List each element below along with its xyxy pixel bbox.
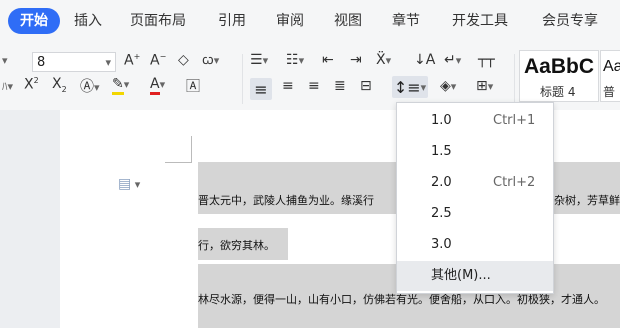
page-corner-mark	[165, 162, 191, 163]
menu-item-label: 1.5	[431, 144, 452, 159]
menu-item-label: 2.5	[431, 206, 452, 221]
font-size-value: 8	[37, 55, 46, 70]
style-label: 标题 4	[540, 85, 576, 99]
sort-icon[interactable]: ↓A	[414, 52, 435, 68]
menu-item-other[interactable]: 其他(M)...	[397, 261, 553, 291]
page-corner-mark	[191, 136, 192, 163]
line-spacing-button[interactable]: ↕≡ ▾	[392, 76, 428, 98]
menu-item-label: 2.0	[431, 175, 452, 190]
distribute-icon[interactable]: ⊟	[360, 78, 372, 94]
clear-format-icon[interactable]: ◇	[178, 52, 189, 68]
menu-item-2-5[interactable]: 2.5	[397, 199, 553, 229]
menu-item-shortcut: Ctrl+2	[493, 175, 536, 190]
tab-ruler-icon[interactable]: ┬┬	[478, 52, 495, 68]
menu-item-label: 其他(M)...	[431, 268, 491, 283]
show-marks-icon[interactable]: ↵▾	[444, 52, 461, 68]
char-border-icon[interactable]: 🄰	[186, 76, 200, 96]
menu-bar: 开始 插入 页面布局 引用 审阅 视图 章节 开发工具 会员专享	[0, 0, 620, 48]
menu-item-label: 1.0	[431, 113, 452, 128]
borders-icon[interactable]: ⊞▾	[476, 78, 493, 94]
tab-home[interactable]: 开始	[8, 8, 60, 34]
tab-insert[interactable]: 插入	[64, 8, 112, 34]
phonetic-guide-icon[interactable]: ꞷ▾	[202, 50, 219, 68]
increase-indent-icon[interactable]: ⇥	[350, 52, 362, 68]
font-color-icon[interactable]: A▾	[150, 76, 165, 95]
tab-chapter[interactable]: 章节	[382, 8, 430, 34]
doc-line: 杂树，芳草鲜	[554, 194, 620, 207]
style-normal[interactable]: Aa 普	[600, 50, 620, 102]
menu-item-2-0[interactable]: 2.0 Ctrl+2	[397, 168, 553, 198]
tab-review[interactable]: 审阅	[266, 8, 314, 34]
shrink-font-icon[interactable]: A−	[150, 52, 166, 69]
highlight-color-icon[interactable]: ✎▾	[112, 76, 129, 95]
paragraph-handle-icon[interactable]: ▤ ▾	[118, 176, 140, 192]
font-size-combo[interactable]: 8 ▾	[32, 52, 116, 72]
align-left-icon[interactable]: ≡	[250, 78, 272, 100]
ribbon-divider	[242, 54, 243, 104]
shading-icon[interactable]: ◈▾	[440, 78, 456, 94]
tab-member[interactable]: 会员专享	[532, 8, 608, 34]
menu-item-shortcut: Ctrl+1	[493, 113, 536, 128]
menu-item-3-0[interactable]: 3.0	[397, 230, 553, 260]
chevron-down-icon: ▾	[420, 80, 427, 94]
bullet-list-icon[interactable]: ☰▾	[250, 52, 268, 68]
style-label: 普	[603, 85, 616, 99]
style-heading4[interactable]: AaBbC 标题 4	[519, 50, 599, 102]
line-spacing-menu: 1.0 Ctrl+1 1.5 2.0 Ctrl+2 2.5 3.0 其他(M).…	[396, 102, 554, 294]
align-right-icon[interactable]: ≡	[308, 78, 320, 94]
font-name-dropdown-arrow[interactable]: ▾	[2, 54, 8, 67]
align-center-icon[interactable]: ≡	[282, 78, 294, 94]
text-effect-icon[interactable]: Ⓐ▾	[80, 76, 100, 96]
font-effect-icon[interactable]: ﾊ▾	[2, 78, 13, 94]
justify-icon[interactable]: ≣	[334, 78, 346, 94]
menu-item-label: 3.0	[431, 237, 452, 252]
decrease-indent-icon[interactable]: ⇤	[322, 52, 334, 68]
superscript-icon[interactable]: X2	[24, 76, 39, 93]
numbered-list-icon[interactable]: ☷▾	[286, 52, 304, 68]
line-spacing-icon: ↕≡	[393, 77, 421, 97]
style-sample: AaBbC	[524, 55, 595, 78]
doc-line: 晋太元中，武陵人捕鱼为业。缘溪行	[198, 194, 374, 207]
chevron-down-icon: ▾	[105, 56, 111, 69]
ribbon-divider	[514, 54, 515, 104]
doc-line: 行，欲穷其林。	[198, 239, 275, 252]
chinese-layout-icon[interactable]: Ẍ▾	[376, 52, 391, 68]
subscript-icon[interactable]: X2	[52, 76, 67, 94]
menu-item-1-0[interactable]: 1.0 Ctrl+1	[397, 106, 553, 136]
tab-view[interactable]: 视图	[324, 8, 372, 34]
tab-references[interactable]: 引用	[208, 8, 256, 34]
tab-developer-tools[interactable]: 开发工具	[442, 8, 518, 34]
style-sample: Aa	[603, 58, 620, 75]
menu-item-1-5[interactable]: 1.5	[397, 137, 553, 167]
tab-page-layout[interactable]: 页面布局	[120, 8, 196, 34]
grow-font-icon[interactable]: A+	[124, 52, 140, 69]
